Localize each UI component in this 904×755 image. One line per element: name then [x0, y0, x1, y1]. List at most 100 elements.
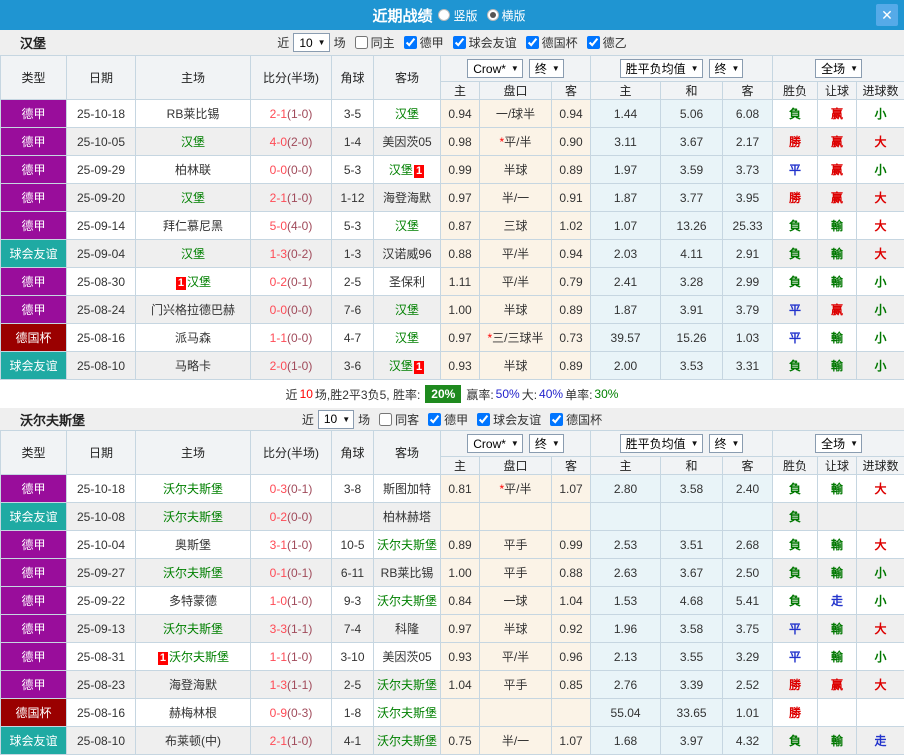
avg-away: 3.73 [723, 156, 773, 184]
same-venue-checkbox[interactable] [355, 36, 368, 49]
goals-result: 走 [857, 727, 904, 755]
home-team: RB莱比锡 [136, 100, 251, 128]
league-filter-checkbox[interactable] [550, 413, 563, 426]
scope-select[interactable]: 全场▼ [815, 59, 862, 78]
corners: 1-4 [332, 128, 374, 156]
home-team: 海登海默 [136, 671, 251, 699]
avg-type-select[interactable]: 胜平负均值▼ [620, 434, 703, 453]
halftime-score: (0-0) [287, 163, 312, 177]
team-text: 柏林联 [175, 163, 211, 177]
home-team: 沃尔夫斯堡 [136, 503, 251, 531]
col-header-score: 比分(半场) [251, 431, 332, 475]
result-text: 勝 [789, 191, 801, 205]
avg-draw: 3.51 [661, 531, 723, 559]
result-text: 輸 [831, 650, 843, 664]
avg-draw: 3.59 [661, 156, 723, 184]
odds-home: 0.89 [441, 531, 480, 559]
same-venue-checkbox[interactable] [379, 413, 392, 426]
match-date: 25-10-18 [67, 475, 136, 503]
team-text: 汉诺威96 [382, 247, 431, 261]
odds-stage-select[interactable]: 终▼ [529, 59, 564, 78]
goals-result: 小 [857, 559, 904, 587]
select-value: 全场 [821, 435, 845, 452]
fulltime-score: 0-2 [270, 510, 287, 524]
match-date: 25-08-10 [67, 727, 136, 755]
handicap-text: 半球 [503, 303, 527, 317]
vertical-layout-radio[interactable] [438, 9, 450, 21]
avg-draw [661, 503, 723, 531]
horizontal-layout-radio[interactable] [487, 9, 499, 21]
corners: 7-4 [332, 615, 374, 643]
goals-result: 大 [857, 671, 904, 699]
win-rate-badge: 20% [425, 385, 461, 403]
avg-home: 55.04 [591, 699, 661, 727]
odds-away: 0.92 [552, 615, 591, 643]
handicap-text: 半球 [503, 359, 527, 373]
handicap: 半球 [480, 156, 552, 184]
team-text: 圣保利 [389, 275, 425, 289]
handicap-result: 輸 [818, 352, 857, 380]
league-filter-label: 德甲 [420, 34, 444, 51]
scope-select[interactable]: 全场▼ [815, 434, 862, 453]
away-team: 汉诺威96 [374, 240, 441, 268]
result-text: 負 [789, 566, 801, 580]
period-select[interactable]: 10▼ [318, 410, 354, 429]
close-icon[interactable]: ✕ [876, 4, 898, 26]
away-team: 海登海默 [374, 184, 441, 212]
league-filter-checkbox[interactable] [587, 36, 600, 49]
handicap: *三/三球半 [480, 324, 552, 352]
halftime-score: (1-0) [287, 650, 312, 664]
league-filter-checkbox[interactable] [477, 413, 490, 426]
handicap-result: 赢 [818, 184, 857, 212]
odds-stage-select[interactable]: 终▼ [529, 434, 564, 453]
match-row: 德甲25-08-23海登海默1-3(1-1)2-5沃尔夫斯堡1.04平手0.85… [1, 671, 904, 699]
avg-draw: 4.68 [661, 587, 723, 615]
result-text: 勝 [789, 706, 801, 720]
match-row: 德甲25-10-18RB莱比锡2-1(1-0)3-5汉堡0.94一/球半0.94… [1, 100, 904, 128]
odds-company-select[interactable]: Crow*▼ [467, 434, 523, 453]
odds-away [552, 503, 591, 531]
avg-home: 3.11 [591, 128, 661, 156]
match-row: 德甲25-10-18沃尔夫斯堡0-3(0-1)3-8斯图加特0.81*平/半1.… [1, 475, 904, 503]
avg-stage-select[interactable]: 终▼ [709, 434, 744, 453]
subcol-handicap: 盘口 [480, 457, 552, 475]
match-row: 德甲25-10-05汉堡4-0(2-0)1-4美因茨050.98*平/半0.90… [1, 128, 904, 156]
fulltime-score: 5-0 [270, 219, 287, 233]
league-badge: 德甲 [1, 212, 67, 240]
corners: 5-3 [332, 156, 374, 184]
horizontal-layout-label[interactable]: 横版 [502, 7, 526, 24]
result-text: 負 [789, 359, 801, 373]
league-filter-checkbox[interactable] [453, 36, 466, 49]
league-filter-checkbox[interactable] [404, 36, 417, 49]
select-value: Crow* [473, 62, 506, 76]
subcol-avg-away: 客 [723, 82, 773, 100]
goals-result: 大 [857, 475, 904, 503]
period-select[interactable]: 10▼ [293, 33, 329, 52]
team-text: 汉堡 [395, 331, 419, 345]
odds-company-select[interactable]: Crow*▼ [467, 59, 523, 78]
avg-stage-select[interactable]: 终▼ [709, 59, 744, 78]
league-filter-checkbox[interactable] [428, 413, 441, 426]
result-text: 輸 [831, 734, 843, 748]
away-team: 沃尔夫斯堡 [374, 671, 441, 699]
result: 負 [773, 352, 818, 380]
avg-draw: 3.53 [661, 352, 723, 380]
team-name: 汉堡 [20, 33, 46, 52]
away-team: 美因茨05 [374, 643, 441, 671]
home-team: 马略卡 [136, 352, 251, 380]
league-badge: 德甲 [1, 184, 67, 212]
col-header-corner: 角球 [332, 431, 374, 475]
result-text: 勝 [789, 678, 801, 692]
league-filter-checkbox[interactable] [526, 36, 539, 49]
handicap-text: 平/半 [502, 650, 529, 664]
match-row: 德甲25-08-311沃尔夫斯堡1-1(1-0)3-10美因茨050.93平/半… [1, 643, 904, 671]
fulltime-score: 0-0 [270, 163, 287, 177]
handicap: 平/半 [480, 268, 552, 296]
subcol-handicap: 盘口 [480, 82, 552, 100]
fulltime-score: 1-1 [270, 331, 287, 345]
avg-home: 1.68 [591, 727, 661, 755]
avg-type-select[interactable]: 胜平负均值▼ [620, 59, 703, 78]
vertical-layout-label[interactable]: 竖版 [453, 7, 477, 24]
handicap: 平/半 [480, 240, 552, 268]
team-text: 沃尔夫斯堡 [377, 678, 437, 692]
